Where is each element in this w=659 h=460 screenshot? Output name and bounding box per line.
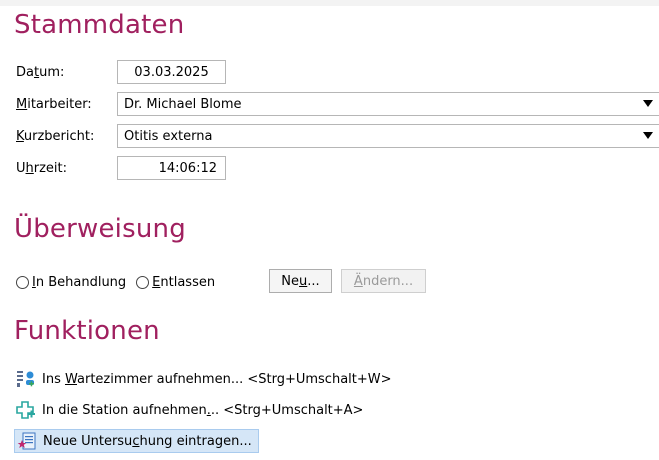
stammdaten-title: Stammdaten: [14, 10, 185, 40]
mitarbeiter-combobox[interactable]: Dr. Michael Blome: [117, 92, 659, 116]
kurzbericht-combobox[interactable]: Otitis externa: [117, 124, 659, 148]
chevron-down-icon[interactable]: [643, 132, 653, 139]
radio-entlassen[interactable]: [136, 276, 150, 289]
function-wartezimmer-label: Ins Wartezimmer aufnehmen... <Strg+Umsch…: [42, 371, 392, 387]
function-untersuchung-label: Neue Untersuchung eintragen...: [43, 433, 252, 449]
datum-field[interactable]: 03.03.2025: [117, 60, 226, 84]
ueberweisung-title: Überweisung: [14, 214, 186, 244]
window: Stammdaten Datum: 03.03.2025 Mitarbeiter…: [0, 0, 659, 460]
uhrzeit-label: Uhrzeit:: [16, 161, 68, 176]
function-wartezimmer[interactable]: Ins Wartezimmer aufnehmen... <Strg+Umsch…: [16, 368, 392, 390]
datum-label: Datum:: [16, 65, 65, 80]
ueberweisung-radio-group: In Behandlung Entlassen: [16, 275, 225, 290]
function-untersuchung[interactable]: Neue Untersuchung eintragen...: [14, 429, 259, 453]
edit-button[interactable]: Ändern...: [341, 269, 426, 293]
mitarbeiter-label: Mitarbeiter:: [16, 97, 92, 112]
radio-in-behandlung-label[interactable]: In Behandlung: [32, 275, 126, 290]
funktionen-title: Funktionen: [14, 316, 160, 346]
uhrzeit-field[interactable]: 14:06:12: [117, 156, 226, 180]
stammdaten-panel: Stammdaten Datum: 03.03.2025 Mitarbeiter…: [0, 6, 659, 460]
station-plus-icon: [16, 400, 36, 420]
mitarbeiter-value: Dr. Michael Blome: [124, 96, 242, 112]
function-station-label: In die Station aufnehmen... <Strg+Umscha…: [42, 402, 364, 418]
new-examination-icon: [17, 431, 37, 451]
radio-entlassen-label[interactable]: Entlassen: [152, 275, 215, 290]
kurzbericht-label: Kurzbericht:: [16, 129, 95, 144]
function-station[interactable]: In die Station aufnehmen... <Strg+Umscha…: [16, 399, 363, 421]
radio-in-behandlung[interactable]: [16, 276, 29, 289]
kurzbericht-value: Otitis externa: [124, 128, 213, 144]
new-button[interactable]: Ne u...: [269, 269, 332, 293]
waiting-room-icon: [16, 369, 36, 389]
chevron-down-icon[interactable]: [643, 100, 653, 107]
